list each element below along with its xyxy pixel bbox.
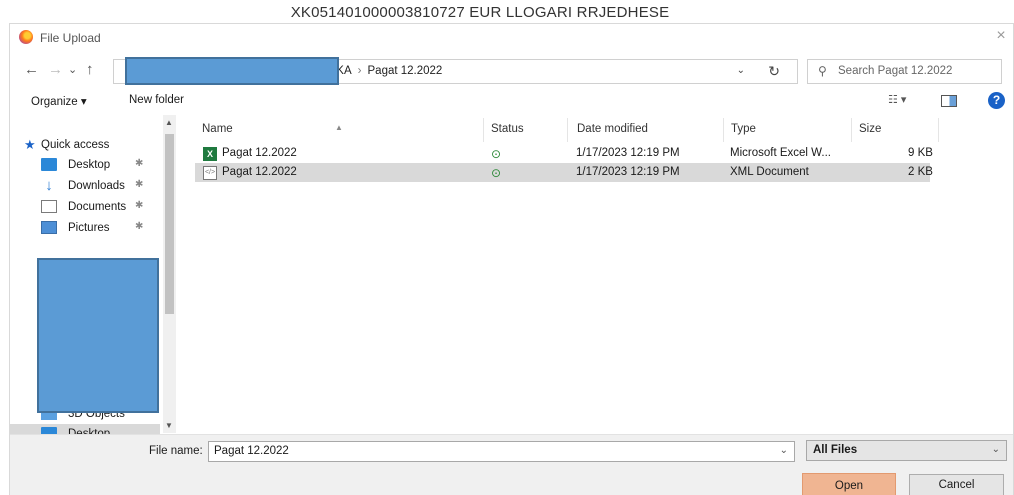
open-button[interactable]: Open [802, 473, 896, 495]
file-name-input[interactable]: Pagat 12.2022 ⌄ [208, 441, 795, 462]
preview-pane-icon[interactable] [941, 95, 957, 107]
sidebar-item-quick-access[interactable]: ★ Quick access [10, 135, 160, 156]
excel-file-icon: X [203, 147, 217, 161]
column-divider[interactable] [723, 118, 724, 142]
command-toolbar: Organize ▾ New folder ☷ ▾ ? [10, 89, 1013, 113]
cancel-button[interactable]: Cancel [909, 474, 1004, 495]
column-divider[interactable] [567, 118, 568, 142]
help-icon[interactable]: ? [988, 92, 1005, 109]
file-name-label: File name: [149, 445, 203, 457]
sync-status-icon: ⊙ [491, 147, 502, 161]
pin-icon[interactable]: ✱ [135, 221, 143, 232]
search-box[interactable]: ⚲ Search Pagat 12.2022 [807, 59, 1002, 84]
navigation-bar: ← → ⌄ ↑ NKA › Pagat 12.2022 ⌄ ↻ ⚲ Search P… [10, 54, 1013, 86]
file-row[interactable]: X Pagat 12.2022 ⊙ 1/17/2023 12:19 PM Mic… [195, 144, 933, 163]
file-date: 1/17/2023 12:19 PM [576, 147, 680, 159]
scroll-up-icon[interactable]: ▲ [165, 118, 173, 127]
sidebar-item-pictures[interactable]: Pictures ✱ [10, 218, 160, 239]
file-list-header: ▲ Name Status Date modified Type Size [193, 118, 939, 142]
file-date: 1/17/2023 12:19 PM [576, 166, 680, 178]
breadcrumb-current[interactable]: Pagat 12.2022 [368, 65, 443, 77]
sidebar-item-label: Documents [68, 201, 127, 213]
pin-icon[interactable]: ✱ [135, 200, 143, 211]
breadcrumb: NKA › Pagat 12.2022 [328, 65, 442, 77]
close-icon[interactable]: × [991, 27, 1011, 45]
sidebar-item-label: Pictures [68, 222, 110, 234]
column-header-status[interactable]: Status [491, 123, 524, 135]
navigation-pane: ★ Quick access Desktop ✱ ↓ Downloads ✱ D… [10, 115, 176, 445]
sidebar-item-desktop[interactable]: Desktop ✱ [10, 155, 160, 176]
column-divider[interactable] [938, 118, 939, 142]
column-header-size[interactable]: Size [859, 123, 881, 135]
sort-ascending-icon: ▲ [335, 123, 343, 132]
scroll-down-icon[interactable]: ▼ [165, 421, 173, 430]
background-page-title: XK051401000003810727 EUR LLOGARI RRJEDHE… [290, 4, 670, 21]
redaction-box [37, 258, 159, 413]
chevron-down-icon[interactable]: ⌄ [992, 444, 1000, 455]
file-type-select[interactable]: All Files ⌄ [806, 440, 1007, 461]
file-type-value: All Files [813, 444, 858, 456]
download-icon: ↓ [45, 177, 53, 194]
desktop-icon [41, 158, 57, 171]
file-name-value: Pagat 12.2022 [214, 445, 289, 457]
file-name: Pagat 12.2022 [222, 147, 297, 159]
scrollbar-thumb[interactable] [165, 134, 174, 314]
sidebar-scrollbar[interactable]: ▲ ▼ [163, 115, 176, 433]
column-header-type[interactable]: Type [731, 123, 756, 135]
up-arrow-icon[interactable]: ↑ [86, 61, 94, 78]
dialog-footer: File name: Pagat 12.2022 ⌄ All Files ⌄ O… [10, 434, 1013, 495]
organize-button[interactable]: Organize ▾ [31, 94, 87, 108]
sidebar-item-downloads[interactable]: ↓ Downloads ✱ [10, 176, 160, 197]
sidebar-item-label: Desktop [68, 159, 111, 171]
title-bar: File Upload × [10, 24, 1013, 52]
firefox-icon [19, 30, 33, 44]
redaction-box [125, 57, 339, 85]
file-type: Microsoft Excel W... [730, 147, 831, 159]
chevron-down-icon[interactable]: ⌄ [780, 445, 788, 456]
file-type: XML Document [730, 166, 809, 178]
pin-icon[interactable]: ✱ [135, 158, 143, 169]
new-folder-button[interactable]: New folder [129, 94, 184, 106]
column-header-date-modified[interactable]: Date modified [577, 123, 648, 135]
xml-file-icon: </> [203, 166, 217, 180]
pin-icon[interactable]: ✱ [135, 179, 143, 190]
file-upload-dialog: File Upload × ← → ⌄ ↑ NKA › Pagat 12.2022 … [9, 23, 1014, 495]
back-arrow-icon[interactable]: ← [24, 61, 39, 78]
column-divider[interactable] [851, 118, 852, 142]
sidebar-item-documents[interactable]: Documents ✱ [10, 197, 160, 218]
sync-status-icon: ⊙ [491, 166, 502, 180]
documents-icon [41, 200, 57, 213]
star-icon: ★ [24, 137, 36, 152]
file-row-selected[interactable]: </> Pagat 12.2022 ⊙ 1/17/2023 12:19 PM X… [195, 163, 933, 182]
refresh-icon[interactable]: ↻ [768, 63, 780, 80]
search-icon: ⚲ [818, 64, 827, 78]
sidebar-item-label: Downloads [68, 180, 125, 192]
file-size: 9 KB [908, 147, 933, 159]
view-options-icon[interactable]: ☷ ▾ [888, 93, 906, 106]
forward-arrow-icon[interactable]: → [48, 61, 63, 78]
column-divider[interactable] [483, 118, 484, 142]
search-input[interactable]: Search Pagat 12.2022 [838, 65, 952, 77]
breadcrumb-separator: › [357, 65, 362, 77]
sidebar-item-label: Quick access [41, 139, 110, 151]
dialog-title: File Upload [40, 31, 101, 45]
file-size: 2 KB [908, 166, 933, 178]
recent-locations-icon[interactable]: ⌄ [68, 63, 77, 76]
chevron-down-icon[interactable]: ⌄ [737, 65, 745, 76]
pictures-icon [41, 221, 57, 234]
file-name: Pagat 12.2022 [222, 166, 297, 178]
column-header-name[interactable]: Name [202, 123, 233, 135]
